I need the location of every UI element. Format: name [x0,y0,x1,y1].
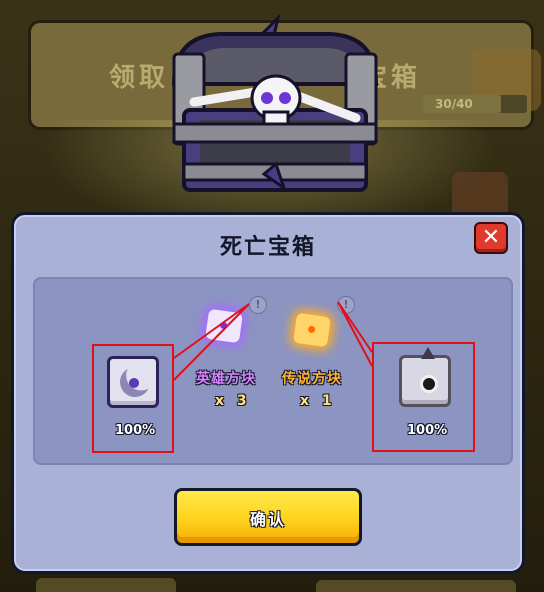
hero-cube-label: 英雄方块 [196,371,256,387]
hero-cube-info-icon[interactable]: ! [249,296,267,314]
confirm-button[interactable]: 确认 [174,488,362,546]
legend-cube-count: x 1 [300,393,336,409]
close-button[interactable]: ✕ [474,222,508,254]
bottom-bar-left [36,578,176,592]
hero-cube-icon[interactable] [205,308,243,344]
legend-cube-label: 传说方块 [282,371,342,387]
bottom-bar-right [316,580,516,592]
hero-cube-count: x 3 [215,393,251,409]
legend-cube-info-icon[interactable]: ! [337,296,355,314]
chest-progress-bar: 30/40 [423,95,527,113]
modal-title: 死亡宝箱 [219,235,316,260]
chest-progress-label: 30/40 [435,97,473,111]
annotation-box-left [92,344,174,453]
death-chest-icon [171,14,379,192]
annotation-box-right [372,342,475,452]
hero-cube-core [219,321,228,330]
legend-cube-core [307,325,316,334]
confirm-label: 确认 [249,510,286,529]
legend-cube-icon[interactable] [293,312,331,348]
